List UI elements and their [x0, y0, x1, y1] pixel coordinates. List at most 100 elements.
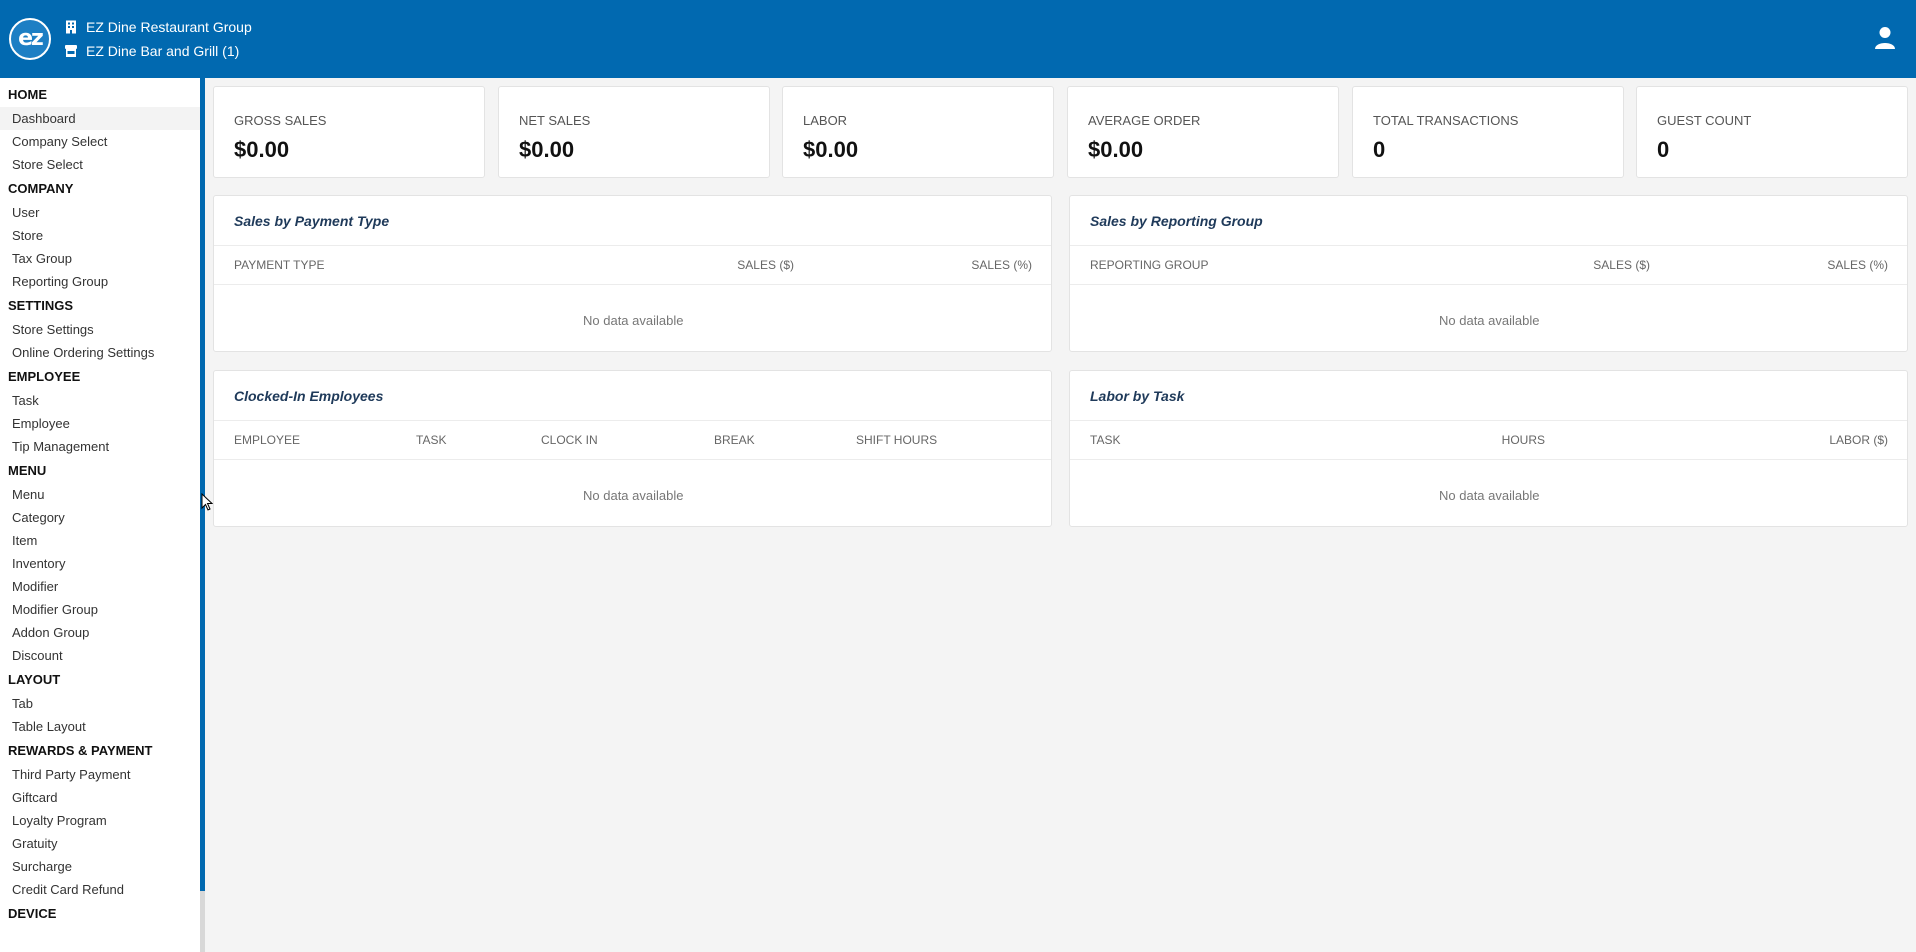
sidebar-item-user[interactable]: User: [0, 201, 200, 224]
divider: [1070, 284, 1907, 285]
sidebar-item-item[interactable]: Item: [0, 529, 200, 552]
section-menu: MENU: [8, 463, 47, 478]
kpi-card-average-order: AVERAGE ORDER $0.00: [1067, 86, 1339, 178]
column-header-break[interactable]: BREAK: [714, 433, 755, 447]
column-header-sales-amount[interactable]: SALES ($): [694, 258, 794, 272]
sidebar-item-company-select[interactable]: Company Select: [0, 130, 200, 153]
user-icon[interactable]: [1874, 26, 1896, 50]
sidebar-item-store-settings[interactable]: Store Settings: [0, 318, 200, 341]
store-name: EZ Dine Bar and Grill (1): [86, 43, 240, 59]
kpi-value: $0.00: [519, 137, 575, 162]
company-name: EZ Dine Restaurant Group: [86, 19, 252, 35]
store-icon: [65, 45, 77, 57]
section-rewards-payment: REWARDS & PAYMENT: [8, 743, 153, 758]
column-header-hours[interactable]: HOURS: [1445, 433, 1545, 447]
kpi-label: GUEST COUNT: [1657, 113, 1752, 128]
sidebar-item-giftcard[interactable]: Giftcard: [0, 786, 200, 809]
sidebar-item-credit-card-refund[interactable]: Credit Card Refund: [0, 878, 200, 901]
section-settings: SETTINGS: [8, 298, 74, 313]
store-selector[interactable]: EZ Dine Bar and Grill (1): [64, 41, 239, 61]
divider: [214, 284, 1051, 285]
divider: [1070, 420, 1907, 421]
mouse-cursor-icon: [201, 493, 213, 511]
panel-title: Sales by Reporting Group: [1090, 213, 1263, 229]
panel-title: Sales by Payment Type: [234, 213, 390, 229]
dashboard-main: GROSS SALES $0.00 NET SALES $0.00 LABOR …: [205, 78, 1916, 952]
top-bar: ez EZ Dine Restaurant Group EZ Dine Bar …: [0, 0, 1916, 78]
section-home: HOME: [8, 87, 47, 102]
column-header-reporting-group[interactable]: REPORTING GROUP: [1090, 258, 1208, 272]
kpi-label: TOTAL TRANSACTIONS: [1373, 113, 1519, 128]
sidebar-item-addon-group[interactable]: Addon Group: [0, 621, 200, 644]
empty-state: No data available: [583, 313, 684, 328]
column-header-clock-in[interactable]: CLOCK IN: [541, 433, 598, 447]
column-header-sales-percent[interactable]: SALES (%): [932, 258, 1032, 272]
section-layout: LAYOUT: [8, 672, 61, 687]
sidebar-item-menu[interactable]: Menu: [0, 483, 200, 506]
divider: [1070, 245, 1907, 246]
sidebar-item-category[interactable]: Category: [0, 506, 200, 529]
sidebar-item-store[interactable]: Store: [0, 224, 200, 247]
kpi-value: $0.00: [1088, 137, 1144, 162]
section-device: DEVICE: [8, 906, 57, 921]
kpi-value: $0.00: [803, 137, 859, 162]
sidebar-item-loyalty-program[interactable]: Loyalty Program: [0, 809, 200, 832]
sidebar-item-inventory[interactable]: Inventory: [0, 552, 200, 575]
column-header-sales-percent[interactable]: SALES (%): [1788, 258, 1888, 272]
sidebar-item-third-party-payment[interactable]: Third Party Payment: [0, 763, 200, 786]
column-header-labor-amount[interactable]: LABOR ($): [1788, 433, 1888, 447]
empty-state: No data available: [1439, 313, 1540, 328]
column-header-employee[interactable]: EMPLOYEE: [234, 433, 300, 447]
sales-by-reporting-group-panel: Sales by Reporting Group REPORTING GROUP…: [1069, 195, 1908, 352]
sidebar-item-tax-group[interactable]: Tax Group: [0, 247, 200, 270]
sales-by-payment-type-panel: Sales by Payment Type PAYMENT TYPE SALES…: [213, 195, 1052, 352]
sidebar-nav: HOME Dashboard Company Select Store Sele…: [0, 78, 200, 952]
building-icon: [66, 20, 76, 34]
section-company: COMPANY: [8, 181, 74, 196]
divider: [214, 420, 1051, 421]
panel-title: Labor by Task: [1090, 388, 1185, 404]
sidebar-item-reporting-group[interactable]: Reporting Group: [0, 270, 200, 293]
clocked-in-employees-panel: Clocked-In Employees EMPLOYEE TASK CLOCK…: [213, 370, 1052, 527]
kpi-card-guest-count: GUEST COUNT 0: [1636, 86, 1908, 178]
sidebar-item-online-ordering-settings[interactable]: Online Ordering Settings: [0, 341, 200, 364]
empty-state: No data available: [583, 488, 684, 503]
sidebar-item-tab[interactable]: Tab: [0, 692, 200, 715]
sidebar-item-surcharge[interactable]: Surcharge: [0, 855, 200, 878]
column-header-payment-type[interactable]: PAYMENT TYPE: [234, 258, 324, 272]
kpi-label: NET SALES: [519, 113, 591, 128]
sidebar-item-dashboard[interactable]: Dashboard: [0, 107, 200, 130]
sidebar-item-task[interactable]: Task: [0, 389, 200, 412]
kpi-value: 0: [1657, 137, 1670, 162]
sidebar-item-store-select[interactable]: Store Select: [0, 153, 200, 176]
section-employee: EMPLOYEE: [8, 369, 81, 384]
kpi-card-gross-sales: GROSS SALES $0.00: [213, 86, 485, 178]
kpi-value: 0: [1373, 137, 1386, 162]
kpi-card-net-sales: NET SALES $0.00: [498, 86, 770, 178]
divider: [1070, 459, 1907, 460]
kpi-label: AVERAGE ORDER: [1088, 113, 1201, 128]
column-header-shift-hours[interactable]: SHIFT HOURS: [856, 433, 937, 447]
sidebar-item-tip-management[interactable]: Tip Management: [0, 435, 200, 458]
column-header-task[interactable]: TASK: [416, 433, 446, 447]
sidebar-item-gratuity[interactable]: Gratuity: [0, 832, 200, 855]
labor-by-task-panel: Labor by Task TASK HOURS LABOR ($) No da…: [1069, 370, 1908, 527]
sidebar-item-modifier[interactable]: Modifier: [0, 575, 200, 598]
company-selector[interactable]: EZ Dine Restaurant Group: [64, 17, 252, 37]
kpi-value: $0.00: [234, 137, 290, 162]
empty-state: No data available: [1439, 488, 1540, 503]
sidebar-item-employee[interactable]: Employee: [0, 412, 200, 435]
sidebar-item-discount[interactable]: Discount: [0, 644, 200, 667]
ez-logo[interactable]: ez: [9, 18, 51, 60]
panel-title: Clocked-In Employees: [234, 388, 384, 404]
sidebar-item-modifier-group[interactable]: Modifier Group: [0, 598, 200, 621]
kpi-label: GROSS SALES: [234, 113, 327, 128]
divider: [214, 459, 1051, 460]
kpi-card-labor: LABOR $0.00: [782, 86, 1054, 178]
divider: [214, 245, 1051, 246]
column-header-task[interactable]: TASK: [1090, 433, 1120, 447]
column-header-sales-amount[interactable]: SALES ($): [1550, 258, 1650, 272]
sidebar-item-table-layout[interactable]: Table Layout: [0, 715, 200, 738]
kpi-card-total-transactions: TOTAL TRANSACTIONS 0: [1352, 86, 1624, 178]
kpi-label: LABOR: [803, 113, 848, 128]
